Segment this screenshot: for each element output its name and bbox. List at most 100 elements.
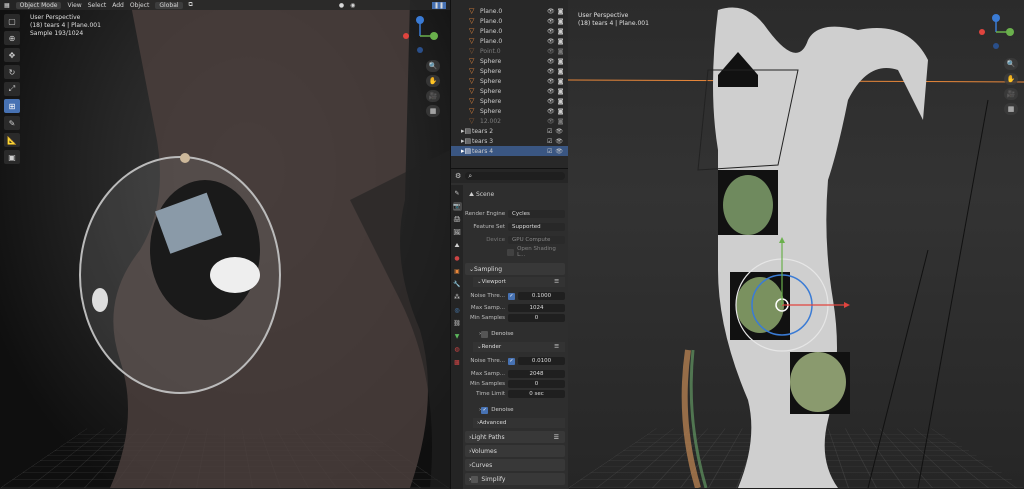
camera-icon[interactable]: ◙ (558, 88, 564, 95)
object-tab-icon[interactable]: ▣ (453, 267, 462, 276)
eye-icon[interactable]: 👁 (547, 98, 555, 105)
eye-icon[interactable]: 👁 (547, 18, 555, 25)
collection-item-selected[interactable]: ▸▤ tears 4 ☑ 👁 (451, 146, 569, 156)
annotate-icon[interactable]: ✎ (4, 116, 20, 130)
eye-icon[interactable]: 👁 (547, 58, 555, 65)
advanced-subsection[interactable]: › Advanced (473, 418, 565, 428)
viewport-max-samples-field[interactable]: 1024 (508, 304, 565, 312)
eye-icon[interactable]: 👁 (555, 128, 563, 135)
list-icon[interactable]: ☰ (554, 434, 559, 441)
list-item[interactable]: ▽ Plane.0 👁 ◙ (451, 16, 569, 26)
viewport-denoise-row[interactable]: › Denoise (479, 329, 565, 339)
add-cube-icon[interactable]: ▣ (4, 150, 20, 164)
simplify-checkbox[interactable] (471, 475, 479, 483)
transform-icon[interactable]: ⊞ (4, 99, 20, 113)
list-icon[interactable]: ☰ (554, 344, 559, 350)
zoom-icon[interactable]: 🔍 (426, 60, 440, 72)
viewport-subsection[interactable]: ⌄ Viewport ☰ (473, 277, 565, 287)
pan-hand-icon[interactable]: ✋ (426, 75, 440, 87)
navigation-gizmo[interactable] (976, 12, 1016, 52)
view-layer-tab-icon[interactable]: 🖼 (453, 228, 462, 237)
render-subsection[interactable]: ⌄ Render ☰ (473, 342, 565, 352)
list-item[interactable]: ▽ Plane.0 👁 ◙ (451, 6, 569, 16)
mode-dropdown[interactable]: Object Mode (15, 1, 62, 9)
checkbox-icon[interactable]: ☑ (547, 138, 552, 145)
tool-tab-icon[interactable]: ✎ (453, 189, 462, 198)
collection-item[interactable]: ▸▤ tears 2 ☑ 👁 (451, 126, 569, 136)
navigation-gizmo[interactable] (400, 14, 440, 54)
viewport-noise-checkbox[interactable]: ✓ (508, 292, 515, 300)
list-item[interactable]: ▽ Sphere 👁 ◙ (451, 96, 569, 106)
scene-tab-icon[interactable]: ⛰ (453, 241, 462, 250)
simplify-section[interactable]: › Simplify (465, 473, 565, 485)
output-tab-icon[interactable]: 🖨 (453, 215, 462, 224)
grid-icon[interactable]: ▦ (426, 105, 440, 117)
material-tab-icon[interactable]: ◍ (453, 345, 462, 354)
select-box-icon[interactable]: ▢ (4, 14, 20, 28)
zoom-icon[interactable]: 🔍 (1004, 58, 1018, 70)
list-item[interactable]: ▽ Plane.0 👁 ◙ (451, 26, 569, 36)
camera-icon[interactable]: ◙ (558, 68, 564, 75)
sampling-section[interactable]: ⌄ Sampling (465, 263, 565, 275)
list-item[interactable]: ▽ 12.002 👁 ◙ (451, 116, 569, 126)
list-icon[interactable]: ☰ (554, 279, 559, 285)
particles-tab-icon[interactable]: ⁂ (453, 293, 462, 302)
shading-solid-icon[interactable]: ● (339, 2, 344, 9)
list-item[interactable]: ▽ Sphere 👁 ◙ (451, 66, 569, 76)
eye-icon[interactable]: 👁 (547, 78, 555, 85)
menu-add[interactable]: Add (112, 2, 124, 9)
camera-icon[interactable]: ◙ (558, 18, 564, 25)
device-dropdown[interactable]: GPU Compute (508, 236, 565, 244)
camera-icon[interactable]: ◙ (558, 108, 564, 115)
camera-icon[interactable]: 🎥 (1004, 88, 1018, 100)
list-item[interactable]: ▽ Sphere 👁 ◙ (451, 86, 569, 96)
volumes-section[interactable]: › Volumes (465, 445, 565, 457)
feature-set-dropdown[interactable]: Supported (508, 223, 565, 231)
measure-icon[interactable]: 📐 (4, 133, 20, 147)
eye-icon[interactable]: 👁 (547, 118, 555, 125)
modifier-tab-icon[interactable]: 🔧 (453, 280, 462, 289)
eye-icon[interactable]: 👁 (547, 8, 555, 15)
camera-icon[interactable]: ◙ (558, 38, 564, 45)
orientation-dropdown[interactable]: Global (155, 1, 183, 9)
render-noise-field[interactable]: 0.0100 (518, 357, 565, 365)
list-item[interactable]: ▽ Plane.0 👁 ◙ (451, 36, 569, 46)
list-item[interactable]: ▽ Sphere 👁 ◙ (451, 106, 569, 116)
collection-item[interactable]: ▸▤ tears 3 ☑ 👁 (451, 136, 569, 146)
move-icon[interactable]: ✥ (4, 48, 20, 62)
open-shading-checkbox[interactable] (507, 248, 515, 256)
viewport-noise-field[interactable]: 0.1000 (518, 292, 565, 300)
menu-select[interactable]: Select (88, 2, 107, 9)
menu-object[interactable]: Object (130, 2, 150, 9)
texture-tab-icon[interactable]: ▩ (453, 358, 462, 367)
right-3d-viewport[interactable]: User Perspective (18) tears 4 | Plane.00… (568, 0, 1024, 488)
properties-search-input[interactable]: ⌕ (465, 172, 565, 180)
rotate-icon[interactable]: ↻ (4, 65, 20, 79)
constraints-tab-icon[interactable]: ⛓ (453, 319, 462, 328)
render-noise-checkbox[interactable]: ✓ (508, 357, 515, 365)
scale-icon[interactable]: ⤢ (4, 82, 20, 96)
grid-icon[interactable]: ▦ (1004, 103, 1018, 115)
render-min-samples-field[interactable]: 0 (508, 380, 565, 388)
menu-view[interactable]: View (67, 2, 81, 9)
camera-icon[interactable]: ◙ (558, 48, 564, 55)
eye-icon[interactable]: 👁 (547, 68, 555, 75)
eye-icon[interactable]: 👁 (547, 88, 555, 95)
world-tab-icon[interactable]: ● (453, 254, 462, 263)
shading-rendered-icon[interactable]: ◉ (350, 2, 355, 9)
left-3d-viewport[interactable]: ▦ Object Mode View Select Add Object Glo… (0, 0, 450, 488)
viewport-denoise-checkbox[interactable] (481, 330, 489, 338)
eye-icon[interactable]: 👁 (547, 38, 555, 45)
physics-tab-icon[interactable]: ◎ (453, 306, 462, 315)
list-item[interactable]: ▽ Sphere 👁 ◙ (451, 76, 569, 86)
render-denoise-row[interactable]: › ✓ Denoise (479, 405, 565, 415)
render-engine-dropdown[interactable]: Cycles (508, 210, 565, 218)
camera-icon[interactable]: ◙ (558, 58, 564, 65)
curves-section[interactable]: › Curves (465, 459, 565, 471)
camera-icon[interactable]: ◙ (558, 118, 564, 125)
viewport-min-samples-field[interactable]: 0 (508, 314, 565, 322)
camera-icon[interactable]: ◙ (558, 28, 564, 35)
pan-hand-icon[interactable]: ✋ (1004, 73, 1018, 85)
camera-icon[interactable]: ◙ (558, 98, 564, 105)
data-tab-icon[interactable]: ▼ (453, 332, 462, 341)
